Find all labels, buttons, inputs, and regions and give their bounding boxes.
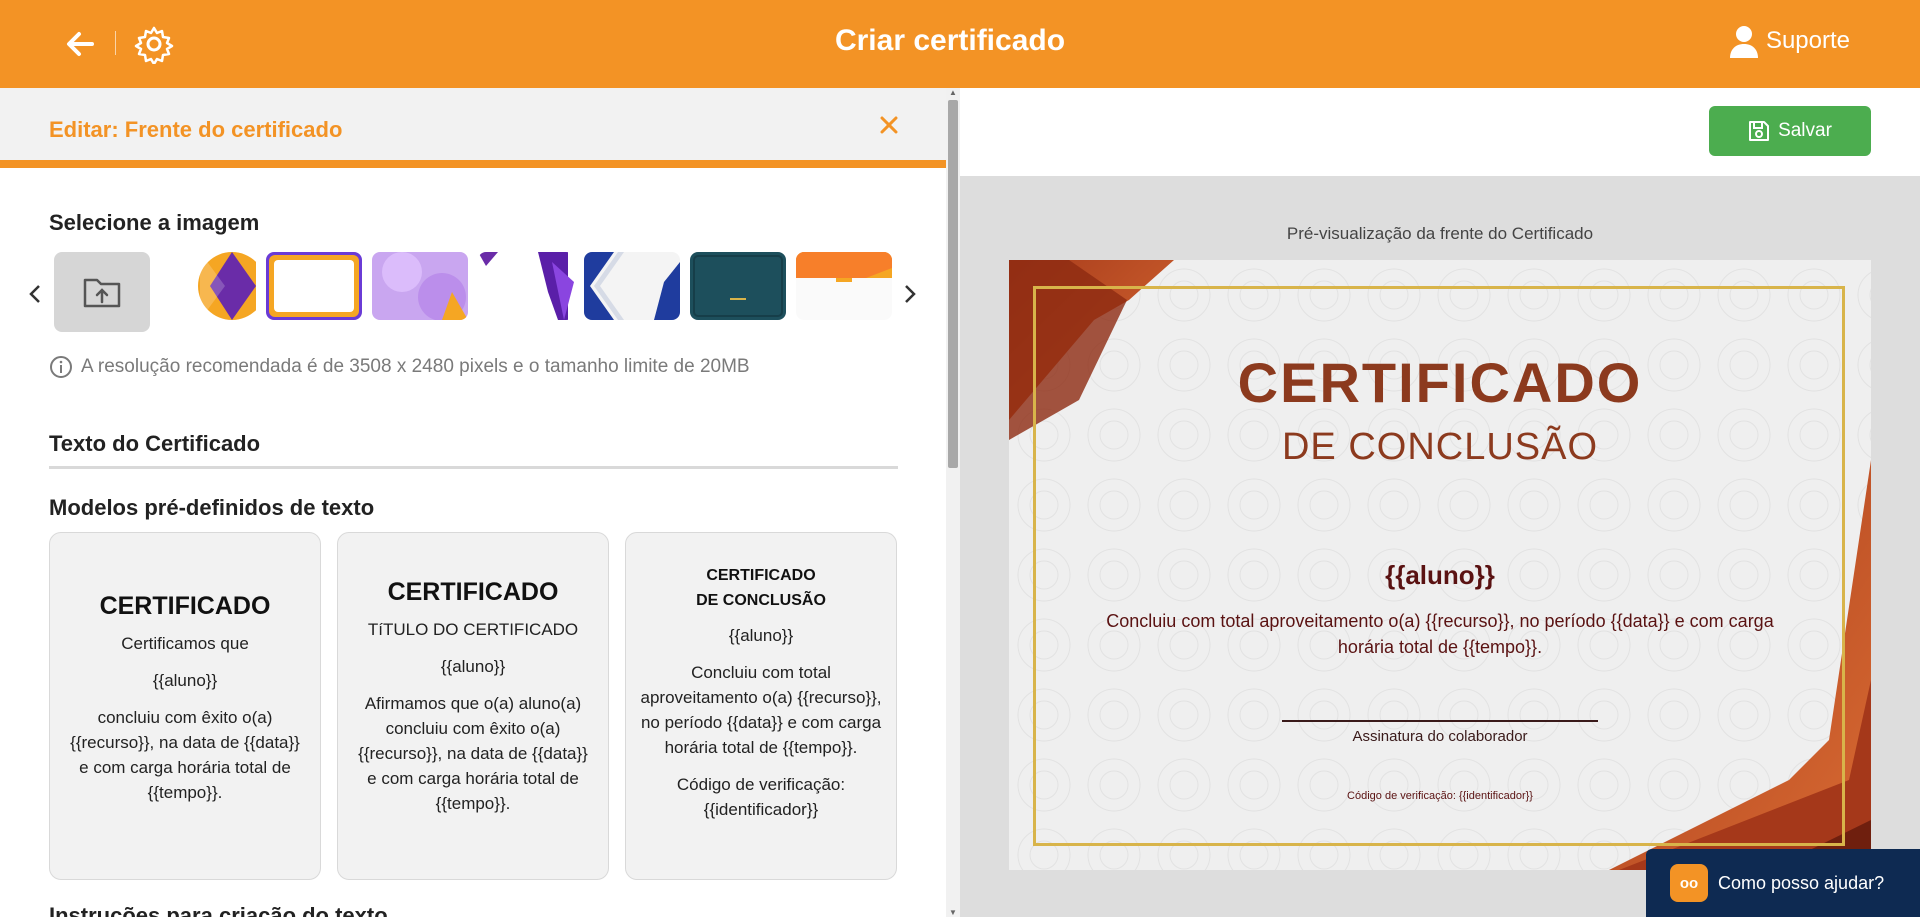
model-title-line-2: DE CONCLUSÃO: [696, 592, 826, 609]
background-thumbnail-4[interactable]: [478, 252, 574, 320]
chevron-left-icon[interactable]: [25, 281, 45, 307]
model-line: {{aluno}}: [152, 671, 218, 690]
model-line: Certificamos que: [121, 634, 249, 653]
section-divider: [49, 466, 898, 469]
certificate-student-name: {{aluno}}: [1385, 560, 1495, 590]
signature-label: Assinatura do colaborador: [1352, 728, 1528, 745]
save-button[interactable]: Salvar: [1709, 106, 1871, 156]
text-model-card-1[interactable]: CERTIFICADO Certificamos que {{aluno}} c…: [49, 532, 321, 880]
signature-line: [1282, 720, 1598, 722]
background-thumbnail-3[interactable]: [372, 252, 468, 320]
save-label: Salvar: [1778, 120, 1832, 141]
close-icon[interactable]: [876, 112, 902, 138]
background-thumbnail-7[interactable]: [796, 252, 892, 320]
image-resolution-hint: A resolução recomendada é de 3508 x 2480…: [49, 355, 750, 379]
background-thumbnail-1[interactable]: [170, 252, 256, 320]
model-line: Concluiu com total aproveitamento o(a) {…: [640, 663, 882, 757]
preview-panel: Salvar Pré-visualização da frente do Cer…: [960, 88, 1920, 917]
background-thumbnail-6[interactable]: [690, 252, 786, 320]
scroll-down-icon[interactable]: ▼: [949, 908, 957, 917]
certificate-subtitle: DE CONCLUSÃO: [1281, 426, 1599, 468]
instructions-title: Instruções para criação do texto: [49, 903, 388, 917]
editor-scrollbar[interactable]: ▲ ▼: [946, 88, 960, 917]
editor-panel-title: Editar: Frente do certificado: [49, 117, 343, 142]
image-section-title: Selecione a imagem: [49, 210, 260, 235]
folder-upload-icon: [83, 278, 121, 308]
preview-label: Pré-visualização da frente do Certificad…: [1286, 224, 1594, 243]
text-model-card-2[interactable]: CERTIFICADO TíTULO DO CERTIFICADO {{alun…: [337, 532, 609, 880]
model-title: CERTIFICADO: [387, 578, 559, 606]
models-title: Modelos pré-definidos de texto: [49, 495, 375, 520]
help-chat-widget[interactable]: oo Como posso ajudar?: [1646, 849, 1920, 917]
scroll-up-icon[interactable]: ▲: [949, 88, 957, 97]
model-line: {{aluno}}: [728, 626, 794, 645]
page-title: Criar certificado: [834, 24, 1066, 57]
text-section-title: Texto do Certificado: [49, 431, 261, 456]
image-hint-text: A resolução recomendada é de 3508 x 2480…: [81, 356, 750, 377]
scrollbar-thumb[interactable]: [948, 100, 958, 468]
verification-code: Código de verificação: {{identificador}}: [1347, 790, 1533, 802]
chat-bot-icon: oo: [1670, 864, 1708, 902]
background-thumbnail-5[interactable]: [584, 252, 680, 320]
background-thumbnail-2[interactable]: [266, 252, 362, 320]
model-line: {{aluno}}: [440, 657, 506, 676]
certificate-body: Concluiu com total aproveitamento o(a) {…: [1106, 611, 1774, 657]
save-bar: Salvar: [960, 88, 1920, 176]
certificate-preview: CERTIFICADO DE CONCLUSÃO {{aluno}} Concl…: [1009, 260, 1871, 870]
chevron-right-icon[interactable]: [900, 281, 920, 307]
floppy-disk-icon: [1749, 121, 1770, 141]
support-button[interactable]: Suporte: [1728, 24, 1850, 58]
user-icon: [1729, 26, 1758, 58]
support-label: Suporte: [1765, 27, 1850, 54]
model-line: TíTULO DO CERTIFICADO: [367, 620, 579, 639]
text-model-card-3[interactable]: CERTIFICADO DE CONCLUSÃO {{aluno}} Concl…: [625, 532, 897, 880]
upload-image-button[interactable]: [54, 252, 150, 332]
model-title: CERTIFICADO: [99, 592, 271, 620]
help-label: Como posso ajudar?: [1718, 872, 1885, 893]
model-line: concluiu com êxito o(a) {{recurso}}, na …: [70, 708, 300, 802]
info-icon: [50, 356, 72, 378]
editor-panel: Editar: Frente do certificado Selecione …: [0, 88, 946, 917]
model-title-line-1: CERTIFICADO: [706, 567, 816, 584]
editor-header: Editar: Frente do certificado: [0, 88, 946, 168]
model-line: Afirmamos que o(a) aluno(a) concluiu com…: [358, 694, 588, 813]
model-line: Código de verificação: {{identificador}}: [676, 775, 846, 819]
top-bar: Criar certificado Suporte: [0, 0, 1920, 88]
certificate-title: CERTIFICADO: [1237, 351, 1643, 414]
